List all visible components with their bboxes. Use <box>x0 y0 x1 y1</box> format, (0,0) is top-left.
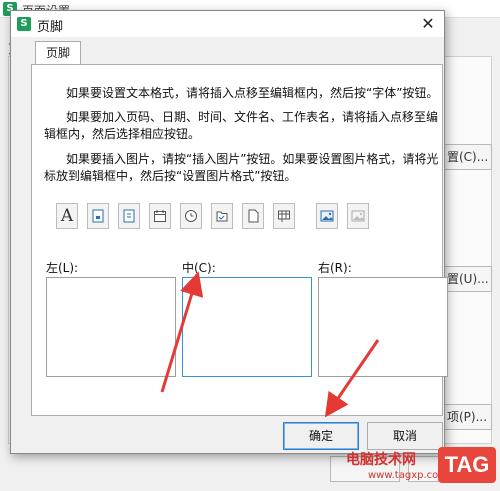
insert-picture-button[interactable] <box>316 203 338 229</box>
center-section-input[interactable] <box>182 277 312 377</box>
file-icon <box>248 209 259 223</box>
file-path-icon <box>216 211 228 222</box>
dialog-title: 页脚 <box>37 20 64 35</box>
background-custom-header-button[interactable]: 置(C)... <box>440 144 492 170</box>
instruction-font: 如果要设置文本格式，请将插入点移至编辑框内，然后按“字体”按钮。 <box>66 86 439 100</box>
watermark-badge: TAG <box>438 447 496 483</box>
instruction-picture: 如果要插入图片，请按“插入图片”按钮。如果要设置图片格式，请将光标放到编辑框中，… <box>44 152 439 183</box>
picture-icon <box>320 210 334 222</box>
font-icon: A <box>60 206 74 226</box>
page-number-icon <box>92 209 104 223</box>
right-section-label: 右(R): <box>318 261 352 275</box>
clock-icon <box>185 210 197 222</box>
background-options-button[interactable]: 项(P)... <box>440 404 492 430</box>
center-section-label: 中(C): <box>182 261 216 275</box>
time-button[interactable] <box>180 203 202 229</box>
total-pages-button[interactable] <box>118 203 140 229</box>
total-pages-icon <box>123 209 135 223</box>
page-number-button[interactable] <box>87 203 109 229</box>
close-icon[interactable]: ✕ <box>418 14 438 34</box>
date-button[interactable] <box>149 203 171 229</box>
footer-dialog: S 页脚 ✕ 页脚 如果要设置文本格式，请将插入点移至编辑框内，然后按“字体”按… <box>10 10 448 454</box>
font-button[interactable]: A <box>56 203 78 229</box>
watermark-url: www.tagxp.com <box>368 470 448 481</box>
dialog-titlebar: S 页脚 ✕ <box>11 11 444 37</box>
format-picture-button[interactable] <box>347 203 369 229</box>
app-icon: S <box>17 17 31 31</box>
left-section-input[interactable] <box>46 277 176 377</box>
footer-panel: 如果要设置文本格式，请将插入点移至编辑框内，然后按“字体”按钮。 如果要加入页码… <box>31 64 448 416</box>
sheet-icon <box>278 210 290 222</box>
calendar-icon <box>154 210 166 222</box>
watermark-text: 电脑技术网 <box>346 452 416 468</box>
instruction-fields: 如果要加入页码、日期、时间、文件名、工作表名，请将插入点移至编辑框内，然后选择相… <box>44 110 439 141</box>
sheet-name-button[interactable] <box>273 203 295 229</box>
file-path-button[interactable] <box>211 203 233 229</box>
format-picture-icon <box>351 210 365 222</box>
left-section-label: 左(L): <box>46 261 79 275</box>
file-name-button[interactable] <box>242 203 264 229</box>
right-section-input[interactable] <box>318 277 448 377</box>
tab-footer[interactable]: 页脚 <box>35 41 81 65</box>
watermark: 电脑技术网 www.tagxp.com TAG <box>346 445 496 487</box>
